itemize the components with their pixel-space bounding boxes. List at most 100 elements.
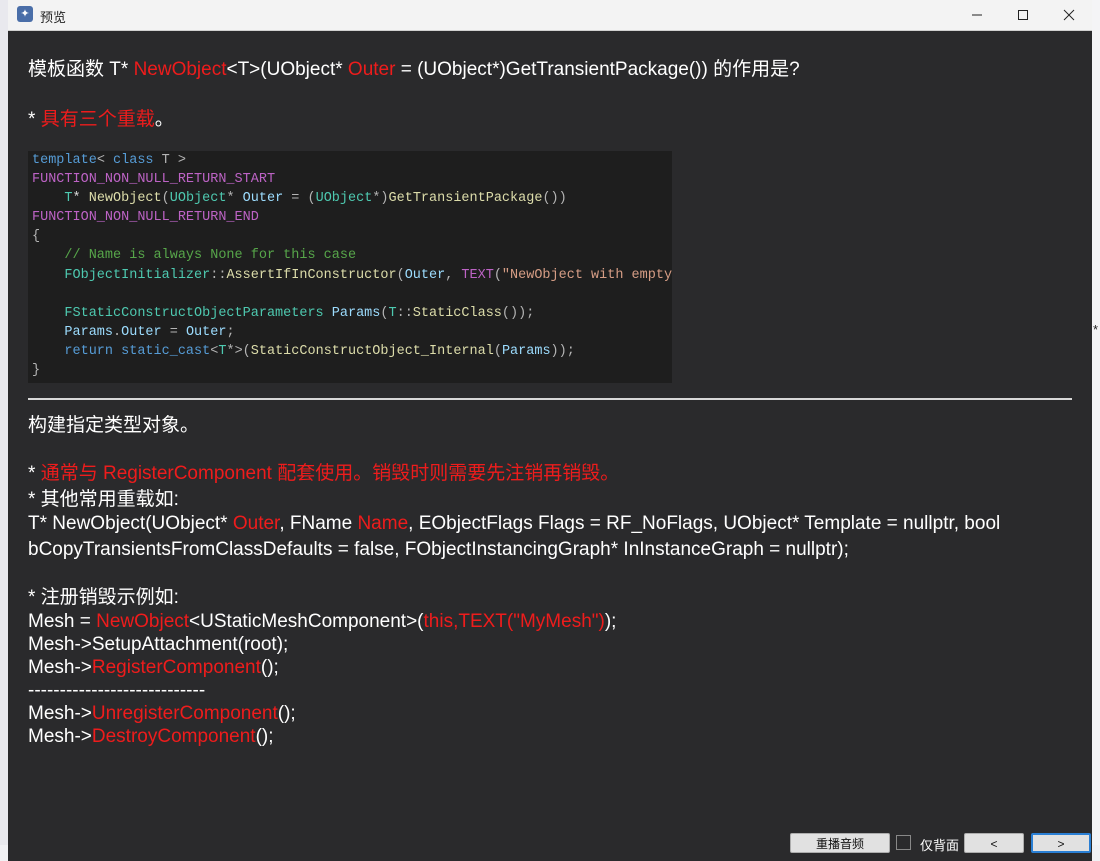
previous-button[interactable]: < — [964, 833, 1024, 853]
code-token: *) — [372, 191, 389, 207]
answer-line: ---------------------------- — [28, 680, 206, 701]
code-token: :: — [210, 267, 227, 283]
minimize-icon — [972, 14, 982, 16]
app-icon: ✦ — [17, 6, 33, 22]
code-line: FStaticConstructObjectParameters Params (… — [28, 304, 672, 323]
code-line: FUNCTION_NON_NULL_RETURN_START — [28, 170, 672, 189]
code-token: return — [64, 343, 114, 359]
code-token: ()) — [542, 191, 567, 207]
code-token: UObject — [169, 191, 227, 207]
code-token: )); — [550, 343, 575, 359]
code-token: T > — [161, 153, 186, 168]
code-token: "NewObject with empty name — [501, 267, 672, 283]
code-token: T — [388, 305, 397, 321]
question-text: 模板函数 T* NewObject<T>(UObject* Outer = (U… — [28, 59, 800, 80]
code-line: FObjectInitializer::AssertIfInConstructo… — [28, 266, 672, 285]
code-token: Outer — [404, 267, 446, 283]
code-snippet-image: template< class T > FUNCTION_NON_NULL_RE… — [28, 151, 672, 383]
code-line: T* NewObject(UObject* Outer = (UObject*)… — [28, 189, 672, 208]
code-line: Params.Outer = Outer; — [28, 323, 672, 342]
code-token: Params — [501, 343, 551, 359]
minimize-button[interactable] — [954, 0, 1000, 30]
code-token: Outer — [185, 324, 227, 340]
code-token: TEXT — [461, 267, 494, 283]
code-token: , — [445, 267, 462, 283]
answer-line: Mesh->DestroyComponent(); — [28, 726, 274, 747]
close-button[interactable] — [1046, 0, 1092, 30]
code-token: // Name is always None for this case — [32, 248, 357, 264]
code-token: = — [161, 324, 186, 340]
maximize-button[interactable] — [1000, 0, 1046, 30]
preview-window: ✦ 预览 模板函数 T* NewObject<T>(UObject* Outer… — [8, 0, 1092, 861]
code-token: StaticConstructObject_Internal — [250, 343, 494, 359]
code-token: AssertIfInConstructor — [226, 267, 397, 283]
code-token: FUNCTION_NON_NULL_RETURN_START — [32, 172, 276, 188]
back-only-checkbox[interactable] — [896, 835, 911, 850]
code-line: } — [28, 361, 672, 380]
answer-line: Mesh->UnregisterComponent(); — [28, 703, 296, 724]
code-token: . — [113, 324, 122, 340]
code-token: Outer — [121, 324, 162, 340]
code-token: ( — [493, 343, 502, 359]
answer-line: Mesh->RegisterComponent(); — [28, 657, 279, 678]
maximize-icon — [1018, 9, 1028, 20]
code-token: ( — [493, 267, 502, 283]
code-token: ( — [161, 191, 170, 207]
code-token: * — [226, 191, 243, 207]
code-line: FUNCTION_NON_NULL_RETURN_END — [28, 208, 672, 227]
answer-line: bCopyTransientsFromClassDefaults = false… — [28, 539, 849, 560]
code-token: GetTransientPackage — [388, 191, 543, 207]
code-token: NewObject — [88, 191, 162, 207]
code-token: * — [72, 191, 89, 207]
code-line: return static_cast<T*>(StaticConstructOb… — [28, 342, 672, 361]
code-token: FUNCTION_NON_NULL_RETURN_END — [32, 210, 259, 226]
desktop-background — [1092, 0, 1100, 861]
answer-line: Mesh = NewObject<UStaticMeshComponent>(t… — [28, 611, 617, 632]
front-back-divider — [28, 398, 1072, 400]
close-icon — [1063, 9, 1075, 21]
answer-line: * 通常与 RegisterComponent 配套使用。销毁时则需要先注销再销… — [28, 463, 620, 484]
code-token: FStaticConstructObjectParameters — [64, 305, 324, 321]
code-token: Outer — [242, 191, 284, 207]
code-line: template< class T > — [28, 151, 672, 170]
replay-audio-button[interactable]: 重播音频 — [790, 833, 890, 853]
code-token: ()); — [501, 305, 535, 321]
code-token: T — [64, 191, 73, 207]
code-line: { — [28, 227, 672, 246]
code-token: static_cast — [121, 343, 211, 359]
overload-note: * 具有三个重载。 — [28, 109, 174, 130]
title-bar[interactable]: ✦ 预览 — [8, 0, 1092, 31]
next-button[interactable]: > — [1031, 833, 1091, 853]
code-token: < — [96, 153, 114, 168]
code-token: FObjectInitializer — [64, 267, 211, 283]
answer-line: * 其他常用重载如: — [28, 489, 179, 510]
code-token: Params — [331, 305, 381, 321]
desktop-glyph: * — [1093, 322, 1099, 337]
code-token: template — [32, 153, 97, 168]
back-only-label: 仅背面 — [920, 838, 960, 853]
code-token: = ( — [283, 191, 316, 207]
code-token: :: — [396, 305, 413, 321]
code-token: { — [32, 229, 41, 245]
code-token: } — [32, 363, 41, 379]
window-title: 预览 — [40, 10, 67, 25]
code-line: // Name is always None for this case — [28, 246, 672, 265]
answer-line: T* NewObject(UObject* Outer, FName Name,… — [28, 513, 1001, 534]
code-token: StaticClass — [412, 305, 502, 321]
answer-line: 构建指定类型对象。 — [28, 415, 200, 436]
answer-line: * 注册销毁示例如: — [28, 587, 179, 608]
code-token: UObject — [315, 191, 373, 207]
answer-line: Mesh->SetupAttachment(root); — [28, 634, 289, 655]
code-token: *>( — [226, 343, 251, 359]
code-token: Params — [64, 324, 114, 340]
bottom-controls: 重播音频 仅背面 < > — [8, 830, 1092, 861]
